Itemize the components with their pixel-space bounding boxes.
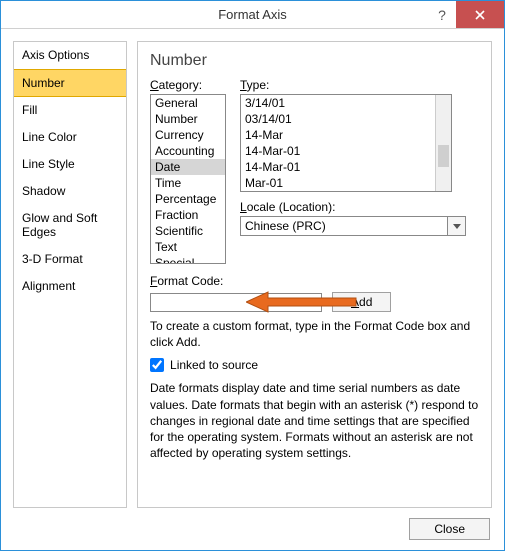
close-icon xyxy=(475,10,485,20)
locale-label: Locale (Location): xyxy=(240,200,466,214)
sidebar-item-number[interactable]: Number xyxy=(14,69,126,97)
category-option[interactable]: Percentage xyxy=(151,191,225,207)
chevron-down-icon xyxy=(453,224,461,229)
locale-dropdown-button[interactable] xyxy=(447,217,465,235)
content-panel: Number Category: General Number Currency… xyxy=(137,41,492,508)
category-listbox[interactable]: General Number Currency Accounting Date … xyxy=(150,94,226,264)
category-option[interactable]: Currency xyxy=(151,127,225,143)
category-option[interactable]: Special xyxy=(151,255,225,264)
category-option[interactable]: Time xyxy=(151,175,225,191)
category-option[interactable]: Fraction xyxy=(151,207,225,223)
sidebar-item-line-style[interactable]: Line Style xyxy=(14,151,126,178)
type-option[interactable]: 3/14/01 xyxy=(241,95,451,111)
sidebar: Axis Options Number Fill Line Color Line… xyxy=(13,41,127,508)
type-option[interactable]: Mar-01 xyxy=(241,175,451,191)
sidebar-item-shadow[interactable]: Shadow xyxy=(14,178,126,205)
type-option[interactable]: 14-Mar xyxy=(241,127,451,143)
type-listbox[interactable]: 3/14/01 03/14/01 14-Mar 14-Mar-01 14-Mar… xyxy=(240,94,452,192)
help-text-date-formats: Date formats display date and time seria… xyxy=(150,380,479,461)
sidebar-item-line-color[interactable]: Line Color xyxy=(14,124,126,151)
format-code-input[interactable] xyxy=(150,293,322,312)
sidebar-item-3d-format[interactable]: 3-D Format xyxy=(14,246,126,273)
format-axis-dialog: Format Axis ? Axis Options Number Fill L… xyxy=(0,0,505,551)
help-button[interactable]: ? xyxy=(428,1,456,28)
panel-heading: Number xyxy=(150,52,479,70)
type-option[interactable]: 14-Mar-01 xyxy=(241,159,451,175)
sidebar-item-axis-options[interactable]: Axis Options xyxy=(14,42,126,69)
category-option[interactable]: Scientific xyxy=(151,223,225,239)
format-code-label: Format Code: xyxy=(150,274,479,288)
type-option[interactable]: 03/14/01 xyxy=(241,111,451,127)
dialog-footer: Close xyxy=(1,508,504,550)
linked-checkbox-label: Linked to source xyxy=(170,358,258,372)
help-text-create-custom: To create a custom format, type in the F… xyxy=(150,318,479,350)
locale-value: Chinese (PRC) xyxy=(241,217,447,235)
scrollbar-thumb[interactable] xyxy=(438,145,449,167)
category-option[interactable]: Number xyxy=(151,111,225,127)
type-scrollbar[interactable] xyxy=(435,95,451,191)
category-option[interactable]: Date xyxy=(151,159,225,175)
add-button[interactable]: Add xyxy=(332,292,391,312)
close-button[interactable]: Close xyxy=(409,518,490,540)
category-option[interactable]: Accounting xyxy=(151,143,225,159)
sidebar-item-glow-soft-edges[interactable]: Glow and Soft Edges xyxy=(14,205,126,246)
category-option[interactable]: Text xyxy=(151,239,225,255)
category-option[interactable]: General xyxy=(151,95,225,111)
locale-dropdown[interactable]: Chinese (PRC) xyxy=(240,216,466,236)
type-option[interactable]: March-01 xyxy=(241,191,451,192)
category-label: Category: xyxy=(150,78,226,92)
type-label: Type: xyxy=(240,78,466,92)
titlebar: Format Axis ? xyxy=(1,1,504,29)
linked-checkbox-input[interactable] xyxy=(150,358,164,372)
type-option[interactable]: 14-Mar-01 xyxy=(241,143,451,159)
sidebar-item-alignment[interactable]: Alignment xyxy=(14,273,126,300)
linked-to-source-checkbox[interactable]: Linked to source xyxy=(150,358,479,372)
window-close-button[interactable] xyxy=(456,1,504,28)
sidebar-item-fill[interactable]: Fill xyxy=(14,97,126,124)
